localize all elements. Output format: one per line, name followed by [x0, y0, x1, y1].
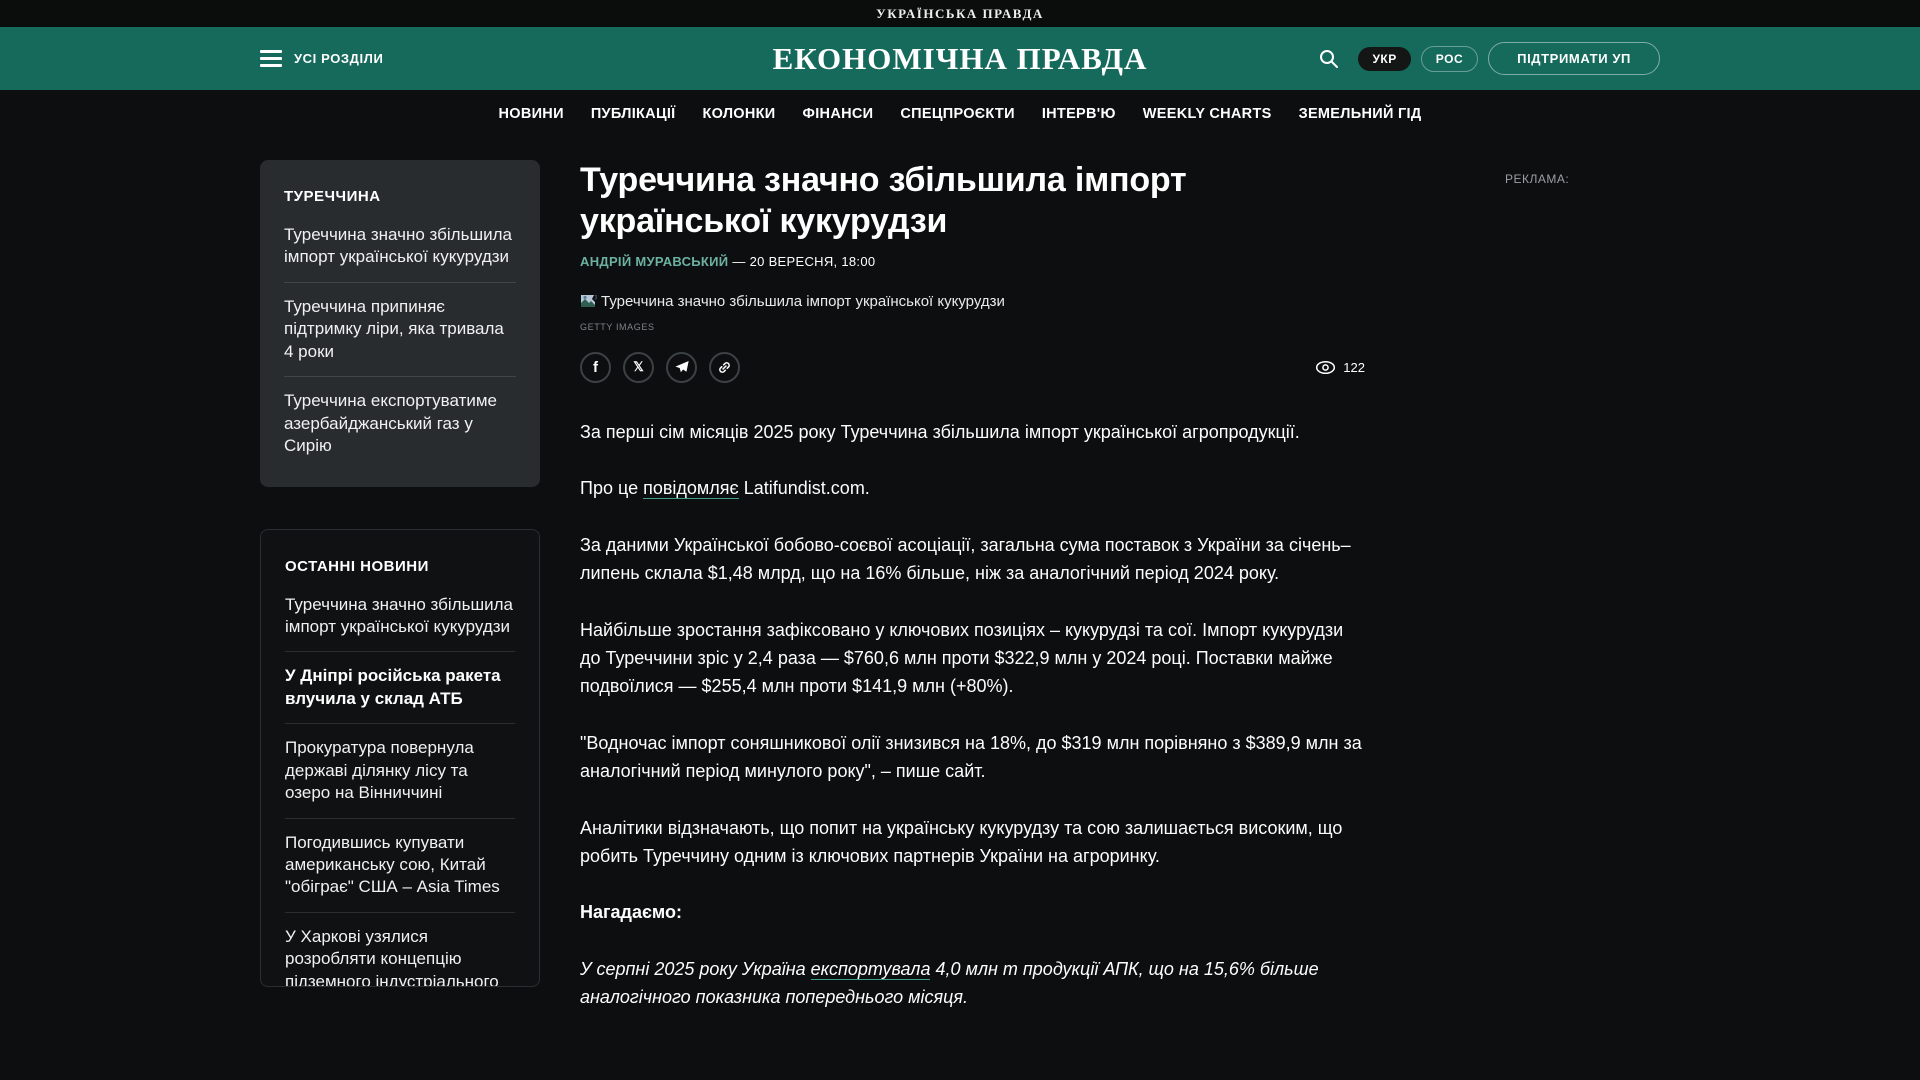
right-column: РЕКЛАМА: [1505, 160, 1569, 1041]
nav-item-7[interactable]: ЗЕМЕЛЬНИЙ ГІД [1299, 106, 1422, 122]
paragraph-text: Нагадаємо: [580, 902, 682, 923]
paragraph-text: За даними Української бобово-соєвої асоц… [580, 535, 1351, 584]
ad-label: РЕКЛАМА: [1505, 172, 1570, 186]
paragraph-text: У серпні 2025 року Україна [580, 959, 811, 980]
article-body: За перші сім місяців 2025 року Туреччина… [580, 419, 1365, 1012]
up-logo[interactable]: УКРАЇНСЬКА ПРАВДА [876, 6, 1044, 22]
sidebar-news-link[interactable]: Туреччина припиняє підтримку ліри, яка т… [284, 281, 516, 376]
nav-item-3[interactable]: ФІНАНСИ [803, 106, 874, 122]
article-paragraph: Нагадаємо: [580, 899, 1365, 927]
nav-item-6[interactable]: WEEKLY CHARTS [1143, 106, 1272, 122]
article-paragraph: Про це повідомляє Latifundist.com. [580, 475, 1365, 503]
topic-card-title: ТУРЕЧЧИНА [284, 188, 381, 205]
byline: АНДРІЙ МУРАВСЬКИЙ — 20 ВЕРЕСНЯ, 18:00 [580, 254, 1365, 269]
eye-icon [1315, 360, 1336, 375]
hamburger-menu-icon[interactable] [260, 46, 282, 71]
article-paragraph: "Водночас імпорт соняшникової олії знизи… [580, 730, 1365, 786]
sidebar-news-link[interactable]: Туреччина значно збільшила імпорт україн… [285, 581, 515, 652]
image-alt-text: Туреччина значно збільшила імпорт україн… [601, 292, 1005, 310]
article-paragraph: Найбільше зростання зафіксовано у ключов… [580, 617, 1365, 701]
paragraph-text: Найбільше зростання зафіксовано у ключов… [580, 620, 1344, 696]
nav-item-2[interactable]: КОЛОНКИ [702, 106, 775, 122]
image-credit: GETTY IMAGES [580, 321, 655, 332]
main-nav: НОВИНИ ПУБЛІКАЦІЇ КОЛОНКИ ФІНАНСИ СПЕЦПРОЄКТ… [0, 90, 1920, 138]
nav-item-5[interactable]: ІНТЕРВ'Ю [1042, 106, 1116, 122]
article-paragraph: У серпні 2025 року Україна експортувала … [580, 956, 1365, 1012]
ekonomichna-pravda-logo[interactable]: ЕКОНОМІЧНА ПРАВДА [773, 41, 1148, 77]
paragraph-text: За перші сім місяців 2025 року Туреччина… [580, 421, 1300, 442]
publish-date-text: — 20 ВЕРЕСНЯ, 18:00 [732, 253, 876, 269]
article-image-broken: Туреччина значно збільшила імпорт україн… [580, 293, 1365, 310]
paragraph-text: Latifundist.com. [738, 478, 870, 499]
views-count: 122 [1343, 359, 1365, 375]
paragraph-text: Про це [580, 478, 644, 499]
sidebar-news-link[interactable]: У Харкові узялися розробляти концепцію п… [285, 911, 515, 986]
author-link[interactable]: АНДРІЙ МУРАВСЬКИЙ [580, 254, 728, 269]
site-header: УСІ РОЗДІЛИ ЕКОНОМІЧНА ПРАВДА УКР РОС ПІ… [0, 27, 1920, 90]
share-row: f 𝕏 122 [580, 351, 1365, 383]
copy-link-button[interactable] [709, 351, 740, 383]
latest-news-card: ОСТАННІ НОВИНИ Туреччина значно збільшил… [260, 528, 540, 987]
facebook-share-button[interactable]: f [580, 351, 611, 383]
sidebar-news-link[interactable]: Погодившись купувати американську сою, К… [285, 817, 515, 912]
broken-image-icon [580, 293, 598, 309]
article-title: Туреччина значно збільшила імпорт україн… [580, 161, 1187, 240]
lang-toggle-ros[interactable]: РОС [1420, 45, 1479, 72]
article-paragraph: За перші сім місяців 2025 року Туреччина… [580, 419, 1365, 447]
article-paragraph: За даними Української бобово-соєвої асоц… [580, 532, 1365, 588]
sidebar-news-link[interactable]: Туреччина значно збільшила імпорт україн… [284, 211, 516, 282]
article-paragraph: Аналітики відзначають, що попит на украї… [580, 815, 1365, 871]
support-up-button[interactable]: ПІДТРИМАТИ УП [1488, 42, 1660, 75]
sidebar-news-link[interactable]: Прокуратура повернула державі ділянку лі… [285, 723, 515, 817]
sidebar-news-link[interactable]: Туреччина експортуватиме азербайджанськи… [284, 376, 516, 470]
left-sidebar: ТУРЕЧЧИНА Туреччина значно збільшила імп… [260, 160, 540, 1041]
nav-item-1[interactable]: ПУБЛІКАЦІЇ [591, 106, 676, 122]
topic-card-turechchyna: ТУРЕЧЧИНА Туреччина значно збільшила імп… [260, 160, 540, 487]
article: Туреччина значно збільшила імпорт україн… [580, 160, 1365, 1041]
paragraph-text: Аналітики відзначають, що попит на украї… [580, 817, 1343, 866]
x-share-button[interactable]: 𝕏 [623, 351, 654, 383]
views-counter: 122 [1315, 360, 1365, 375]
paragraph-text: "Водночас імпорт соняшникової олії знизи… [580, 732, 1362, 781]
inline-link[interactable]: експортувала [810, 959, 931, 981]
search-icon[interactable] [1316, 46, 1342, 72]
topbar: УКРАЇНСЬКА ПРАВДА [0, 0, 1920, 27]
lang-toggle-ukr[interactable]: УКР [1358, 46, 1411, 71]
nav-item-4[interactable]: СПЕЦПРОЄКТИ [900, 106, 1014, 122]
telegram-share-button[interactable] [666, 351, 697, 383]
all-sections-button[interactable]: УСІ РОЗДІЛИ [294, 51, 383, 66]
inline-link[interactable]: повідомляє [643, 478, 739, 500]
nav-item-0[interactable]: НОВИНИ [498, 106, 563, 122]
latest-news-title: ОСТАННІ НОВИНИ [285, 557, 429, 575]
sidebar-news-link[interactable]: У Дніпрі російська ракета влучила у скла… [285, 651, 515, 723]
